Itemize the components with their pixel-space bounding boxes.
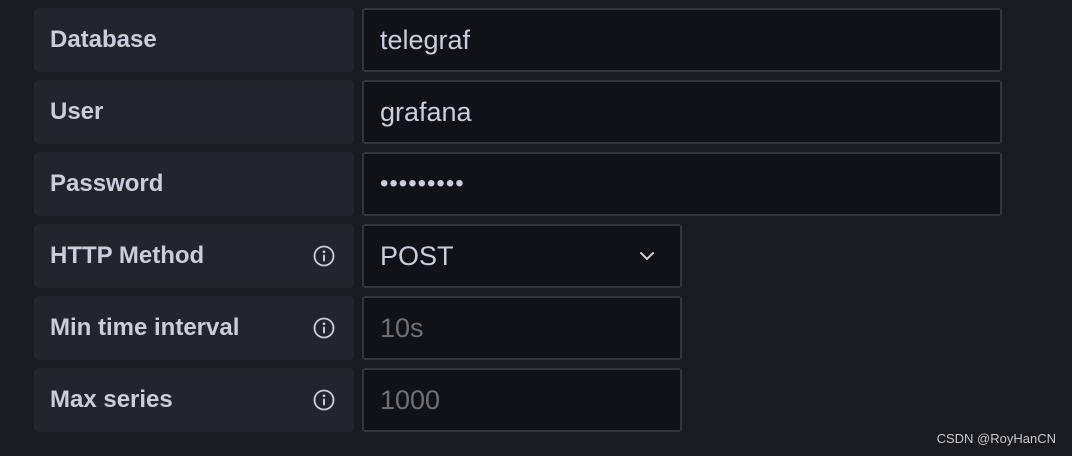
user-field[interactable] [362,80,1002,144]
password-label-text: Password [50,170,164,197]
database-row: Database [34,8,1002,72]
http-method-select[interactable]: POST [362,224,682,288]
max-series-row: Max series [34,368,682,432]
max-series-label-text: Max series [50,386,173,413]
min-time-interval-field[interactable] [362,296,682,360]
influxdb-details-form: Database User Password ••••••••• HTTP Me… [0,0,1072,456]
http-method-label: HTTP Method [34,224,354,288]
http-method-row: HTTP Method POST [34,224,682,288]
user-row: User [34,80,1002,144]
min-time-interval-row: Min time interval [34,296,682,360]
http-method-value: POST [380,240,454,271]
watermark: CSDN @RoyHanCN [936,431,1056,446]
user-input[interactable] [380,96,984,128]
password-input[interactable]: ••••••••• [380,170,465,198]
max-series-field[interactable] [362,368,682,432]
database-label: Database [34,8,354,72]
chevron-down-icon [638,247,656,265]
password-label: Password [34,152,354,216]
min-time-interval-label-text: Min time interval [50,314,240,341]
password-field[interactable]: ••••••••• [362,152,1002,216]
database-field[interactable] [362,8,1002,72]
info-circle-icon[interactable] [312,316,336,340]
password-row: Password ••••••••• [34,152,1002,216]
max-series-input[interactable] [380,384,664,416]
info-circle-icon[interactable] [312,388,336,412]
database-input[interactable] [380,24,984,56]
max-series-label: Max series [34,368,354,432]
min-time-interval-input[interactable] [380,312,664,344]
user-label-text: User [50,98,104,125]
user-label: User [34,80,354,144]
http-method-label-text: HTTP Method [50,242,205,269]
info-circle-icon[interactable] [312,244,336,268]
database-label-text: Database [50,26,157,53]
min-time-interval-label: Min time interval [34,296,354,360]
